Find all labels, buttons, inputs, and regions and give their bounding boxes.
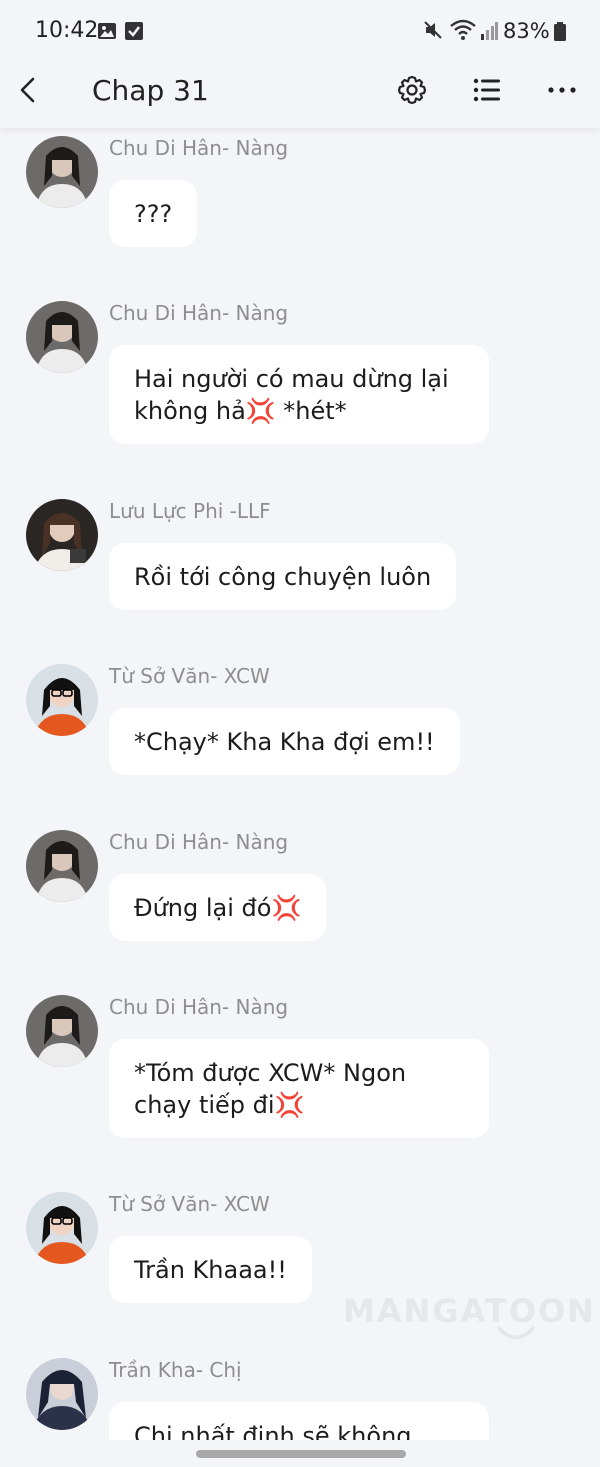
sender-name: Chu Di Hân- Nàng bbox=[109, 136, 289, 160]
avatar[interactable] bbox=[26, 995, 98, 1067]
message-bubble[interactable]: Rồi tới công chuyện luôn bbox=[109, 543, 457, 610]
sender-name: Chu Di Hân- Nàng bbox=[109, 830, 289, 854]
message-text: ??? bbox=[134, 200, 173, 228]
message-bubble[interactable]: *Chạy* Kha Kha đợi em!! bbox=[109, 708, 460, 775]
message-bubble[interactable]: Đứng lại đó💢 bbox=[109, 874, 327, 941]
avatar[interactable] bbox=[26, 664, 98, 736]
message-text: Đứng lại đó💢 bbox=[134, 894, 302, 922]
signal-icon bbox=[481, 22, 498, 40]
sender-name: Chu Di Hân- Nàng bbox=[109, 995, 289, 1019]
avatar[interactable] bbox=[26, 830, 98, 902]
checkbox-icon bbox=[125, 22, 143, 40]
battery-icon bbox=[554, 22, 566, 41]
battery-percent: 83% bbox=[503, 19, 550, 43]
mangatoon-watermark: MANGATOON bbox=[343, 1292, 596, 1330]
sender-name: Từ Sở Văn- XCW bbox=[109, 1192, 270, 1216]
sender-name: Lưu Lực Phi -LLF bbox=[109, 499, 271, 523]
sender-name: Từ Sở Văn- XCW bbox=[109, 664, 270, 688]
avatar[interactable] bbox=[26, 136, 98, 208]
gallery-icon bbox=[98, 23, 116, 39]
status-time: 10:42 bbox=[35, 18, 99, 43]
message-bubble[interactable]: Hai người có mau dừng lại không hả💢 *hét… bbox=[109, 345, 489, 444]
message-text: Rồi tới công chuyện luôn bbox=[134, 563, 432, 591]
wifi-icon bbox=[450, 19, 476, 40]
message-bubble[interactable]: ??? bbox=[109, 180, 198, 247]
avatar[interactable] bbox=[26, 1358, 98, 1430]
chapter-title: Chap 31 bbox=[92, 74, 209, 107]
message-text: *Tóm được XCW* Ngon chạy tiếp đi💢 bbox=[134, 1059, 407, 1119]
watermark-smile-icon bbox=[497, 1326, 535, 1340]
back-arrow-icon[interactable] bbox=[14, 75, 44, 105]
avatar[interactable] bbox=[26, 1192, 98, 1264]
message-text: *Chạy* Kha Kha đợi em!! bbox=[134, 728, 435, 756]
sender-name: Chu Di Hân- Nàng bbox=[109, 301, 289, 325]
sender-name: Trần Kha- Chị bbox=[109, 1358, 242, 1382]
avatar[interactable] bbox=[26, 301, 98, 373]
message-bubble[interactable]: *Tóm được XCW* Ngon chạy tiếp đi💢 bbox=[109, 1039, 489, 1138]
message-text: Trần Khaaa!! bbox=[134, 1256, 287, 1284]
reader-header: Chap 31 bbox=[0, 62, 600, 128]
avatar[interactable] bbox=[26, 499, 98, 571]
message-bubble[interactable]: Trần Khaaa!! bbox=[109, 1236, 312, 1303]
gear-icon[interactable] bbox=[395, 73, 429, 107]
status-bar: 10:42 83% bbox=[0, 0, 600, 62]
mute-icon bbox=[424, 21, 442, 39]
more-dots-icon[interactable] bbox=[545, 73, 579, 107]
message-text: Hai người có mau dừng lại không hả💢 *hét… bbox=[134, 365, 449, 425]
home-indicator[interactable] bbox=[196, 1450, 406, 1458]
list-icon[interactable] bbox=[470, 73, 504, 107]
